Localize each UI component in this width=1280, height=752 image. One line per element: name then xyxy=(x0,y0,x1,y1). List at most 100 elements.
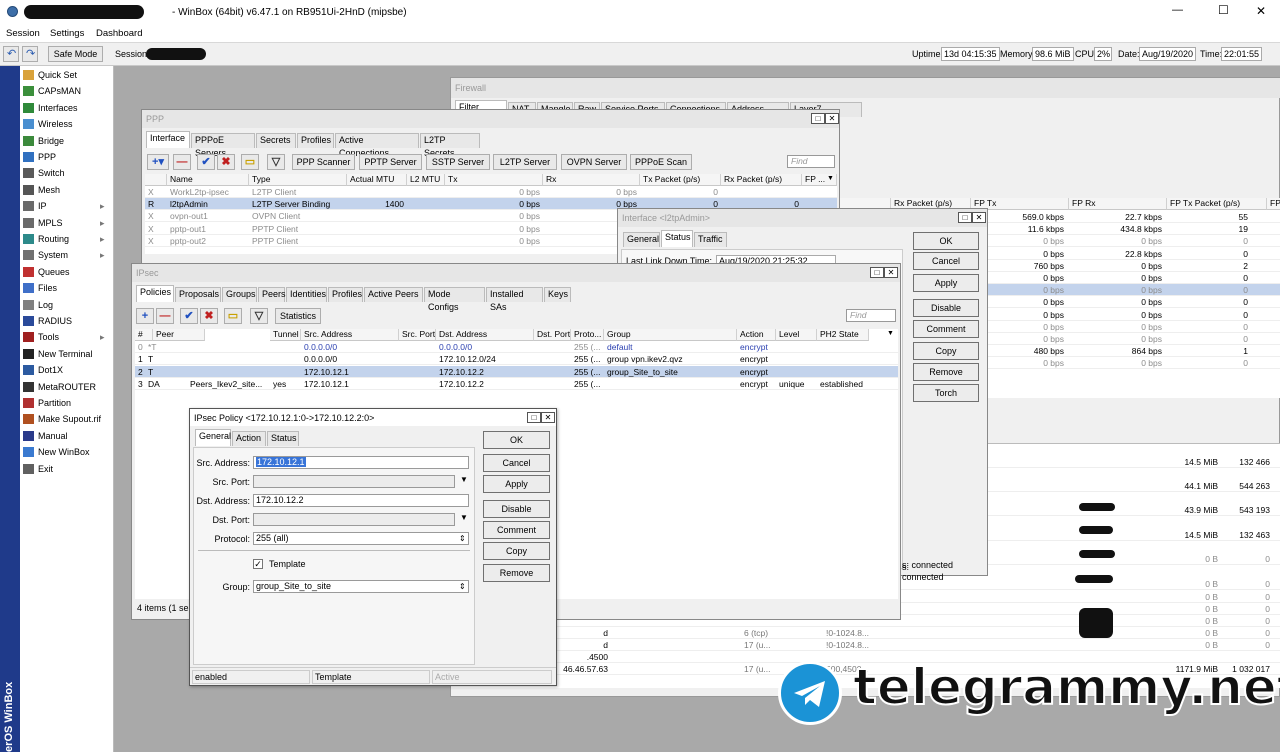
ppp-column-header[interactable]: Rx Packet (p/s) xyxy=(721,174,802,186)
ipsec-column-header[interactable]: Group xyxy=(604,329,737,341)
ipsec-table-row[interactable]: 2 T 172.10.12.1 172.10.12.2 255 (... group_Si… xyxy=(135,365,898,378)
ppp-toolbar-button-0[interactable]: PPP Scanner xyxy=(292,154,355,170)
interface-button-ok[interactable]: OK xyxy=(913,232,979,250)
policy-button-disable[interactable]: Disable xyxy=(483,500,550,518)
dst-address-input[interactable]: 172.10.12.2 xyxy=(253,494,469,507)
sidebar-item-exit[interactable]: Exit xyxy=(20,461,112,477)
sidebar-item-ppp[interactable]: PPP xyxy=(20,149,112,165)
ipsec-table-row[interactable]: 3 DA Peers_Ikev2_site... yes 172.10.12.1 172.… xyxy=(135,378,898,390)
close-button[interactable]: ✕ xyxy=(1256,4,1266,18)
ipsec-tab-4[interactable]: Identities xyxy=(286,287,327,302)
sidebar-item-files[interactable]: Files xyxy=(20,280,112,296)
comment-icon[interactable]: ▭ xyxy=(224,308,242,324)
ipsec-column-header[interactable]: Dst. Address xyxy=(436,329,534,341)
add-icon[interactable]: + xyxy=(136,308,154,324)
interface-button-disable[interactable]: Disable xyxy=(913,299,979,317)
protocol-select[interactable]: 255 (all) xyxy=(253,532,469,545)
firewall-column-header[interactable]: FP Tx Packet (p/s) xyxy=(1167,198,1267,210)
maximize-button[interactable]: ☐ xyxy=(1218,3,1229,17)
ipsec-tab-5[interactable]: Profiles xyxy=(328,287,363,302)
ipsec-table-row[interactable]: 1 T 0.0.0.0/0 172.10.12.0/24 255 (... group v… xyxy=(135,353,898,366)
sidebar-item-tools[interactable]: Tools ▸ xyxy=(20,329,112,345)
ipsec-tab-2[interactable]: Groups xyxy=(222,287,257,302)
redo-button[interactable]: ↷ xyxy=(22,46,38,62)
filter-icon[interactable]: ▽ xyxy=(267,154,285,170)
ppp-column-header[interactable]: Type xyxy=(249,174,347,186)
interface-tab-1[interactable]: Status xyxy=(661,230,693,247)
interface-tab-2[interactable]: Traffic xyxy=(694,232,727,247)
sidebar-item-quick-set[interactable]: Quick Set xyxy=(20,67,112,83)
policy-tab-0[interactable]: General xyxy=(195,429,231,446)
ppp-close-button[interactable]: ✕ xyxy=(825,113,839,124)
sidebar-item-capsman[interactable]: CAPsMAN xyxy=(20,83,112,99)
src-address-input[interactable]: 172.10.12.1 xyxy=(253,456,469,469)
ipsec-tab-1[interactable]: Proposals xyxy=(175,287,221,302)
ipsec-column-header[interactable]: Src. Address xyxy=(301,329,399,341)
sidebar-item-log[interactable]: Log xyxy=(20,297,112,313)
enable-icon[interactable]: ✔ xyxy=(180,308,198,324)
column-dropdown-icon[interactable]: ▼ xyxy=(827,175,834,182)
ipsec-column-header[interactable]: Dst. Port xyxy=(534,329,571,341)
sidebar-item-mesh[interactable]: Mesh xyxy=(20,182,112,198)
ipsec-find-input[interactable]: Find xyxy=(846,309,896,322)
sidebar-item-new-winbox[interactable]: New WinBox xyxy=(20,444,112,460)
connection-detail-row[interactable]: d 6 (tcp) !0-1024.8... xyxy=(451,627,1280,639)
policy-maximize-button[interactable]: □ xyxy=(527,412,541,423)
ppp-column-header[interactable]: L2 MTU xyxy=(407,174,445,186)
ppp-column-header[interactable]: Tx xyxy=(445,174,543,186)
remove-icon[interactable]: — xyxy=(173,154,191,170)
sidebar-item-metarouter[interactable]: MetaROUTER xyxy=(20,379,112,395)
policy-tab-2[interactable]: Status xyxy=(267,431,299,446)
ppp-tab-4[interactable]: Active Connections xyxy=(335,133,419,158)
src-port-input[interactable] xyxy=(253,475,455,488)
interface-button-copy[interactable]: Copy xyxy=(913,342,979,360)
ppp-tab-1[interactable]: PPPoE Servers xyxy=(191,133,255,158)
sidebar-item-wireless[interactable]: Wireless xyxy=(20,116,112,132)
ppp-table-row[interactable]: X WorkL2tp-ipsec L2TP Client 0 bps 0 bps 0 xyxy=(145,186,837,198)
sidebar-item-switch[interactable]: Switch xyxy=(20,165,112,181)
ppp-find-input[interactable]: Find xyxy=(787,155,835,168)
firewall-column-header[interactable]: FP Rx P... xyxy=(1267,198,1280,210)
policy-button-apply[interactable]: Apply xyxy=(483,475,550,493)
policy-button-copy[interactable]: Copy xyxy=(483,542,550,560)
interface-button-apply[interactable]: Apply xyxy=(913,274,979,292)
sidebar-item-ip[interactable]: IP ▸ xyxy=(20,198,112,214)
interface-tab-0[interactable]: General xyxy=(623,232,660,247)
ipsec-column-header[interactable]: Action xyxy=(737,329,776,341)
policy-close-button[interactable]: ✕ xyxy=(541,412,555,423)
group-dropdown-icon[interactable]: ⇕ xyxy=(459,582,466,591)
sidebar-item-bridge[interactable]: Bridge xyxy=(20,133,112,149)
protocol-dropdown-icon[interactable]: ⇕ xyxy=(459,534,466,543)
statistics-button[interactable]: Statistics xyxy=(275,308,321,324)
ppp-column-header[interactable]: Tx Packet (p/s) xyxy=(640,174,721,186)
policy-button-cancel[interactable]: Cancel xyxy=(483,454,550,472)
ipsec-table-row[interactable]: 0 *T 0.0.0.0/0 0.0.0.0/0 255 (... default encr… xyxy=(135,341,898,353)
ppp-tab-3[interactable]: Profiles xyxy=(297,133,334,148)
ipsec-tab-9[interactable]: Keys xyxy=(544,287,571,302)
sidebar-item-new-terminal[interactable]: New Terminal xyxy=(20,346,112,362)
interface-button-cancel[interactable]: Cancel xyxy=(913,252,979,270)
src-port-dropdown-icon[interactable]: ▼ xyxy=(460,475,468,484)
remove-icon[interactable]: — xyxy=(156,308,174,324)
group-select[interactable]: group_Site_to_site xyxy=(253,580,469,593)
sidebar-item-manual[interactable]: Manual xyxy=(20,428,112,444)
minimize-button[interactable]: — xyxy=(1172,4,1183,16)
interface-maximize-button[interactable]: □ xyxy=(958,212,972,223)
undo-button[interactable]: ↶ xyxy=(3,46,19,62)
ipsec-column-header[interactable]: Src. Port xyxy=(399,329,436,341)
ipsec-tab-8[interactable]: Installed SAs xyxy=(486,287,543,312)
ipsec-column-header[interactable]: # xyxy=(135,329,153,341)
ipsec-column-header[interactable]: Level xyxy=(776,329,817,341)
ppp-tab-5[interactable]: L2TP Secrets xyxy=(420,133,480,158)
ipsec-tab-3[interactable]: Peers xyxy=(258,287,286,302)
menu-session[interactable]: Session xyxy=(6,28,40,39)
policy-tab-1[interactable]: Action xyxy=(232,431,266,446)
menu-settings[interactable]: Settings xyxy=(50,28,84,39)
policy-button-ok[interactable]: OK xyxy=(483,431,550,449)
filter-icon[interactable]: ▽ xyxy=(250,308,268,324)
ipsec-tab-6[interactable]: Active Peers xyxy=(364,287,423,302)
interface-close-button[interactable]: ✕ xyxy=(972,212,986,223)
disable-icon[interactable]: ✖ xyxy=(200,308,218,324)
ipsec-column-header[interactable]: PH2 State xyxy=(817,329,869,341)
policy-button-remove[interactable]: Remove xyxy=(483,564,550,582)
